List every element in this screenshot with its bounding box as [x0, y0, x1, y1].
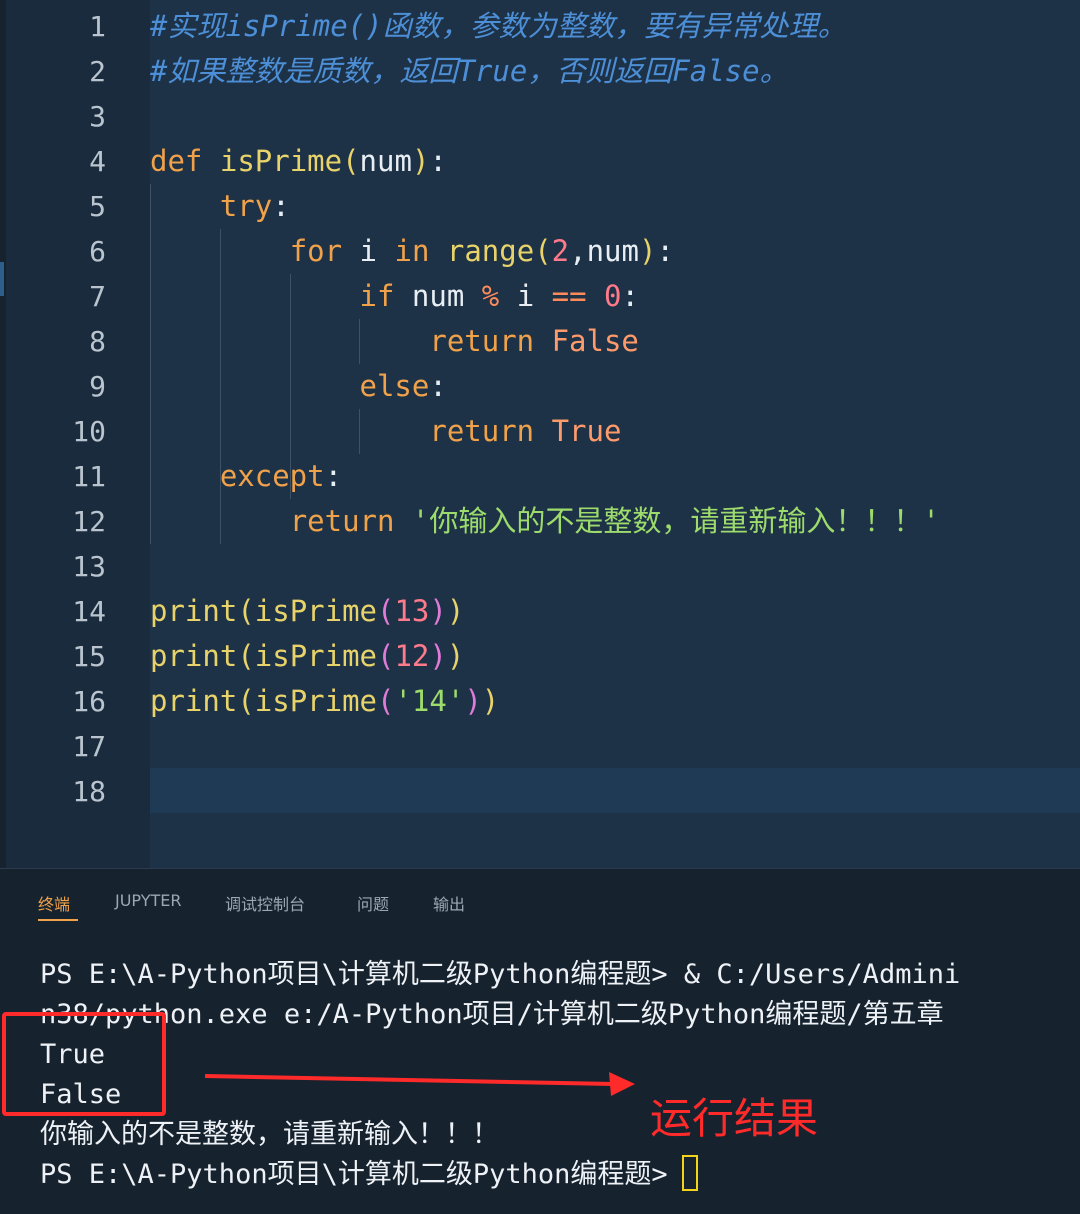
code-text[interactable]: except:: [150, 454, 342, 499]
result-highlight-box: [2, 1012, 166, 1116]
active-tab-indicator: [38, 919, 78, 921]
tab-problems[interactable]: 问题: [357, 891, 389, 915]
code-text[interactable]: try:: [150, 184, 290, 229]
line-number: 6: [89, 235, 106, 268]
code-line[interactable]: 7 if num % i == 0:: [0, 274, 1080, 319]
code-line[interactable]: 17: [0, 724, 1080, 769]
code-text[interactable]: #如果整数是质数，返回True，否则返回False。: [150, 49, 789, 94]
code-text[interactable]: return False: [150, 319, 639, 364]
code-line[interactable]: 18: [0, 769, 1080, 814]
tab-jupyter[interactable]: JUPYTER: [115, 891, 182, 910]
code-text[interactable]: return '你输入的不是整数，请重新输入！！！': [150, 499, 940, 544]
annotation-label: 运行结果: [650, 1094, 819, 1143]
tab-debug-console[interactable]: 调试控制台: [225, 891, 305, 915]
line-number: 7: [89, 280, 106, 313]
line-number: 18: [72, 775, 106, 808]
code-line[interactable]: 3: [0, 94, 1080, 139]
terminal-line: PS E:\A-Python项目\计算机二级Python编程题> & C:/Us…: [40, 959, 961, 990]
code-text[interactable]: def isPrime(num):: [150, 139, 447, 184]
code-text[interactable]: print(isPrime('14')): [150, 679, 499, 724]
terminal-prompt[interactable]: PS E:\A-Python项目\计算机二级Python编程题>: [40, 1155, 698, 1195]
code-text[interactable]: else:: [150, 364, 447, 409]
code-line[interactable]: 15 print(isPrime(12)): [0, 634, 1080, 679]
line-number: 15: [72, 640, 106, 673]
line-number: 14: [72, 595, 106, 628]
line-number: 10: [72, 415, 106, 448]
code-line[interactable]: 5 try:: [0, 184, 1080, 229]
arrow-icon: [205, 1072, 635, 1096]
line-number: 13: [72, 550, 106, 583]
code-line[interactable]: 8 return False: [0, 319, 1080, 364]
code-line[interactable]: 16 print(isPrime('14')): [0, 679, 1080, 724]
code-text[interactable]: print(isPrime(12)): [150, 634, 464, 679]
line-number: 5: [89, 190, 106, 223]
line-number: 11: [72, 460, 106, 493]
code-line[interactable]: 13: [0, 544, 1080, 589]
code-line[interactable]: 11 except:: [0, 454, 1080, 499]
code-text[interactable]: print(isPrime(13)): [150, 589, 464, 634]
panel-tabs: 终端 JUPYTER 调试控制台 问题 输出: [0, 869, 1080, 933]
code-line[interactable]: 2 #如果整数是质数，返回True，否则返回False。: [0, 49, 1080, 94]
line-number: 9: [89, 370, 106, 403]
line-number: 4: [89, 145, 106, 178]
code-line[interactable]: 1 #实现isPrime()函数，参数为整数，要有异常处理。: [0, 4, 1080, 49]
line-number: 1: [89, 10, 106, 43]
terminal-prompt-text: PS E:\A-Python项目\计算机二级Python编程题>: [40, 1159, 668, 1190]
code-text[interactable]: if num % i == 0:: [150, 274, 639, 319]
line-number: 8: [89, 325, 106, 358]
line-number: 12: [72, 505, 106, 538]
terminal-line: n38/python.exe e:/A-Python项目/计算机二级Python…: [40, 999, 944, 1030]
terminal-cursor: [681, 1155, 698, 1191]
line-number: 16: [72, 685, 106, 718]
code-editor[interactable]: 1 #实现isPrime()函数，参数为整数，要有异常处理。 2 #如果整数是质数，返…: [0, 0, 1080, 868]
code-text[interactable]: return True: [150, 409, 621, 454]
code-line[interactable]: 9 else:: [0, 364, 1080, 409]
line-number: 17: [72, 730, 106, 763]
code-line[interactable]: 4 def isPrime(num):: [0, 139, 1080, 184]
line-number: 3: [89, 100, 106, 133]
code-line[interactable]: 10 return True: [0, 409, 1080, 454]
code-line[interactable]: 12 return '你输入的不是整数，请重新输入！！！': [0, 499, 1080, 544]
code-line[interactable]: 14 print(isPrime(13)): [0, 589, 1080, 634]
tab-terminal[interactable]: 终端: [38, 891, 70, 915]
code-line[interactable]: 6 for i in range(2,num):: [0, 229, 1080, 274]
code-text[interactable]: for i in range(2,num):: [150, 229, 674, 274]
line-number: 2: [89, 55, 106, 88]
terminal-output-error: 你输入的不是整数，请重新输入！！！: [40, 1119, 499, 1150]
tab-output[interactable]: 输出: [433, 891, 465, 915]
code-text[interactable]: #实现isPrime()函数，参数为整数，要有异常处理。: [150, 4, 847, 49]
